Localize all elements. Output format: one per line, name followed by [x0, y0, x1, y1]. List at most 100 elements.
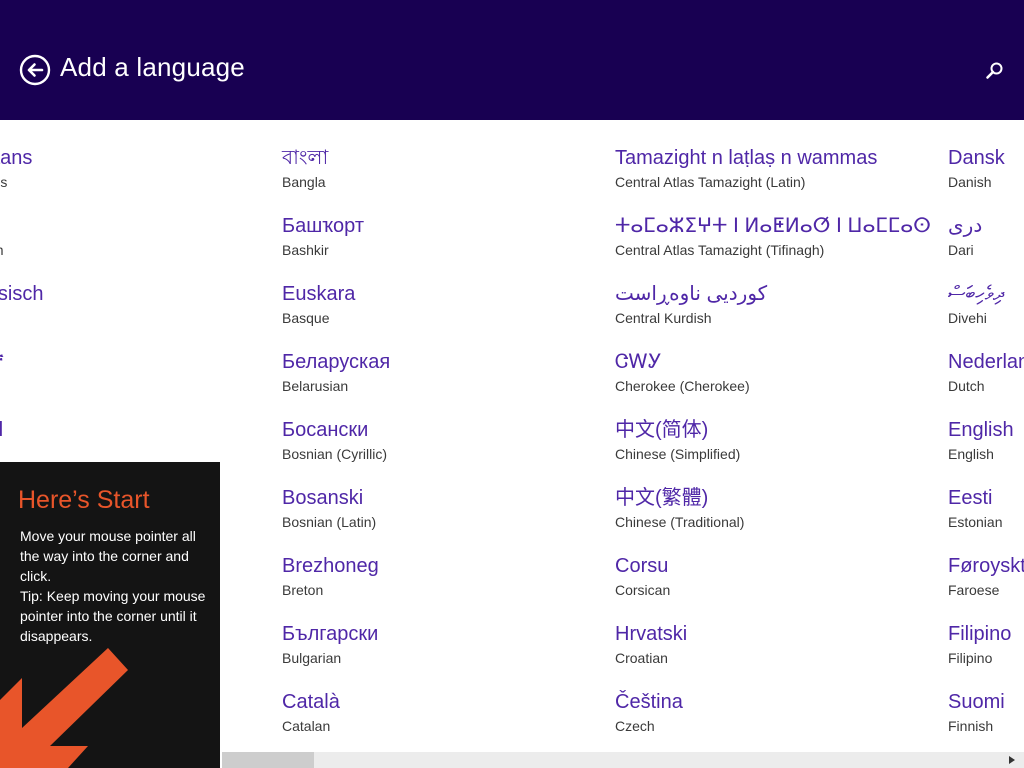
language-item[interactable]: ShqipAlbanian — [0, 212, 289, 280]
language-native-name: Tamazight n laṭlaṣ n wammas — [615, 147, 878, 169]
language-column: বাংলা Bangla Башҡорт Bashkir Euskara Basque Бе… — [282, 144, 622, 752]
language-english-name: Arabic — [0, 444, 289, 464]
language-native-name: Corsu — [615, 555, 669, 577]
language-english-name: Central Atlas Tamazight (Latin) — [615, 174, 806, 190]
language-item[interactable]: Български Bulgarian — [282, 620, 622, 688]
search-button[interactable] — [984, 60, 1006, 82]
language-native-name: Føroyskt — [948, 555, 1024, 577]
language-item[interactable]: کوردیی ناوەڕاست Central Kurdish — [615, 280, 955, 348]
language-native-name: کوردیی ناوەڕاست — [615, 283, 768, 305]
language-item[interactable]: አማርኛAmharic — [0, 348, 289, 416]
language-item[interactable]: Brezhoneg Breton — [282, 552, 622, 620]
language-item[interactable]: ⵜⴰⵎⴰⵣⵉⵖⵜ ⵏ ⵍⴰⵟⵍⴰⵚ ⵏ ⵡⴰⵎⵎⴰⵙ Central Atlas … — [615, 212, 955, 280]
language-native-name: Български — [282, 623, 379, 645]
language-english-name: Bosnian (Latin) — [282, 514, 377, 530]
language-native-name: Nederlands — [948, 351, 1024, 373]
language-native-name: አማርኛ — [0, 348, 289, 376]
language-native-name: Brezhoneg — [282, 555, 379, 577]
language-native-name: ދިވެހިބަސް — [948, 283, 1004, 305]
language-item[interactable]: 中文(简体) Chinese (Simplified) — [615, 416, 955, 484]
language-english-name: English — [948, 446, 994, 462]
language-native-name: Català — [282, 691, 340, 713]
tip-title: Here’s Start — [18, 486, 150, 514]
language-english-name: Cherokee (Cherokee) — [615, 378, 750, 394]
language-item[interactable]: Filipino Filipino — [948, 620, 1024, 688]
language-item[interactable]: Eesti Estonian — [948, 484, 1024, 552]
tip-hint: Tip: Keep moving your mouse pointer into… — [20, 588, 206, 644]
language-item[interactable]: Dansk Danish — [948, 144, 1024, 212]
language-item[interactable]: Босански Bosnian (Cyrillic) — [282, 416, 622, 484]
language-item[interactable]: Беларуская Belarusian — [282, 348, 622, 416]
scrollbar-thumb[interactable] — [222, 752, 314, 768]
language-item[interactable]: Elsässisch Alsatian — [0, 280, 289, 348]
language-native-name: 中文(简体) — [615, 419, 709, 441]
language-item[interactable]: Suomi Finnish — [948, 688, 1024, 752]
language-item[interactable]: Afrikaans Afrikaans — [0, 144, 289, 212]
language-english-name: Chinese (Traditional) — [615, 514, 745, 530]
language-native-name: Afrikaans — [0, 147, 33, 169]
language-english-name: Dari — [948, 242, 974, 258]
language-native-name: Eesti — [948, 487, 993, 509]
language-native-name: Hrvatski — [615, 623, 688, 645]
language-native-name: ᏣᎳᎩ — [615, 351, 662, 373]
language-item[interactable]: دری Dari — [948, 212, 1024, 280]
language-english-name: Alsatian — [0, 308, 289, 328]
language-item[interactable]: Nederlands Dutch — [948, 348, 1024, 416]
language-english-name: Albanian — [0, 240, 289, 260]
language-column: AfrikaansAfrikaansShqipAlbanianElsässisc… — [0, 144, 289, 484]
language-native-name: Беларуская — [282, 351, 391, 373]
back-arrow-circle-icon — [19, 54, 51, 86]
language-native-name: Čeština — [615, 691, 683, 713]
horizontal-scrollbar[interactable] — [222, 752, 1024, 768]
app-header: Add a language — [0, 0, 1024, 120]
language-item[interactable]: 中文(繁體) Chinese (Traditional) — [615, 484, 955, 552]
language-english-name: Bangla — [282, 174, 326, 190]
language-english-name: Danish — [948, 174, 992, 190]
language-english-name: Croatian — [615, 650, 668, 666]
language-item[interactable]: Čeština Czech — [615, 688, 955, 752]
language-english-name: Chinese (Simplified) — [615, 446, 741, 462]
language-item[interactable]: Euskara Basque — [282, 280, 622, 348]
language-item[interactable]: ᏣᎳᎩ Cherokee (Cherokee) — [615, 348, 955, 416]
language-native-name: Filipino — [948, 623, 1012, 645]
language-english-name: Divehi — [948, 310, 987, 326]
language-english-name: Corsican — [615, 582, 671, 598]
back-button[interactable] — [19, 54, 51, 86]
language-english-name: Central Kurdish — [615, 310, 712, 326]
page-title: Add a language — [60, 52, 245, 82]
language-english-name: Czech — [615, 718, 655, 734]
language-english-name: Finnish — [948, 718, 994, 734]
language-item[interactable]: বাংলা Bangla — [282, 144, 622, 212]
language-item[interactable]: Føroyskt Faroese — [948, 552, 1024, 620]
language-native-name: English — [948, 419, 1014, 441]
language-item[interactable]: Bosanski Bosnian (Latin) — [282, 484, 622, 552]
language-english-name: Afrikaans — [0, 174, 8, 190]
language-native-name: العربية — [0, 419, 4, 441]
language-item[interactable]: Tamazight n laṭlaṣ n wammas Central Atlas… — [615, 144, 955, 212]
language-english-name: Dutch — [948, 378, 985, 394]
tip-body: Move your mouse pointer all the way into… — [20, 526, 212, 646]
language-item[interactable]: English English — [948, 416, 1024, 484]
language-native-name: ⵜⴰⵎⴰⵣⵉⵖⵜ ⵏ ⵍⴰⵟⵍⴰⵚ ⵏ ⵡⴰⵎⵎⴰⵙ — [615, 215, 931, 237]
language-item[interactable]: Башҡорт Bashkir — [282, 212, 622, 280]
language-native-name: 中文(繁體) — [615, 487, 709, 509]
language-item[interactable]: Català Catalan — [282, 688, 622, 752]
language-column: Dansk Danish دری Dari ދިވެހިބަސް Divehi Nederl… — [948, 144, 1024, 752]
language-english-name: Bulgarian — [282, 650, 342, 666]
language-item[interactable]: ދިވެހިބަސް Divehi — [948, 280, 1024, 348]
language-native-name: বাংলা — [282, 147, 329, 169]
corner-arrow-icon — [0, 648, 128, 768]
language-english-name: Central Atlas Tamazight (Tifinagh) — [615, 242, 825, 258]
language-native-name: Dansk — [948, 147, 1005, 169]
language-item[interactable]: Corsu Corsican — [615, 552, 955, 620]
search-icon — [986, 62, 1003, 79]
language-native-name: Башҡорт — [282, 215, 364, 237]
language-english-name: Basque — [282, 310, 330, 326]
language-item[interactable]: Hrvatski Croatian — [615, 620, 955, 688]
language-english-name: Belarusian — [282, 378, 349, 394]
language-native-name: Shqip — [0, 212, 289, 240]
language-native-name: Euskara — [282, 283, 356, 305]
language-native-name: Elsässisch — [0, 283, 44, 305]
language-english-name: Bashkir — [282, 242, 329, 258]
scroll-right-arrow-icon[interactable] — [1006, 754, 1018, 766]
